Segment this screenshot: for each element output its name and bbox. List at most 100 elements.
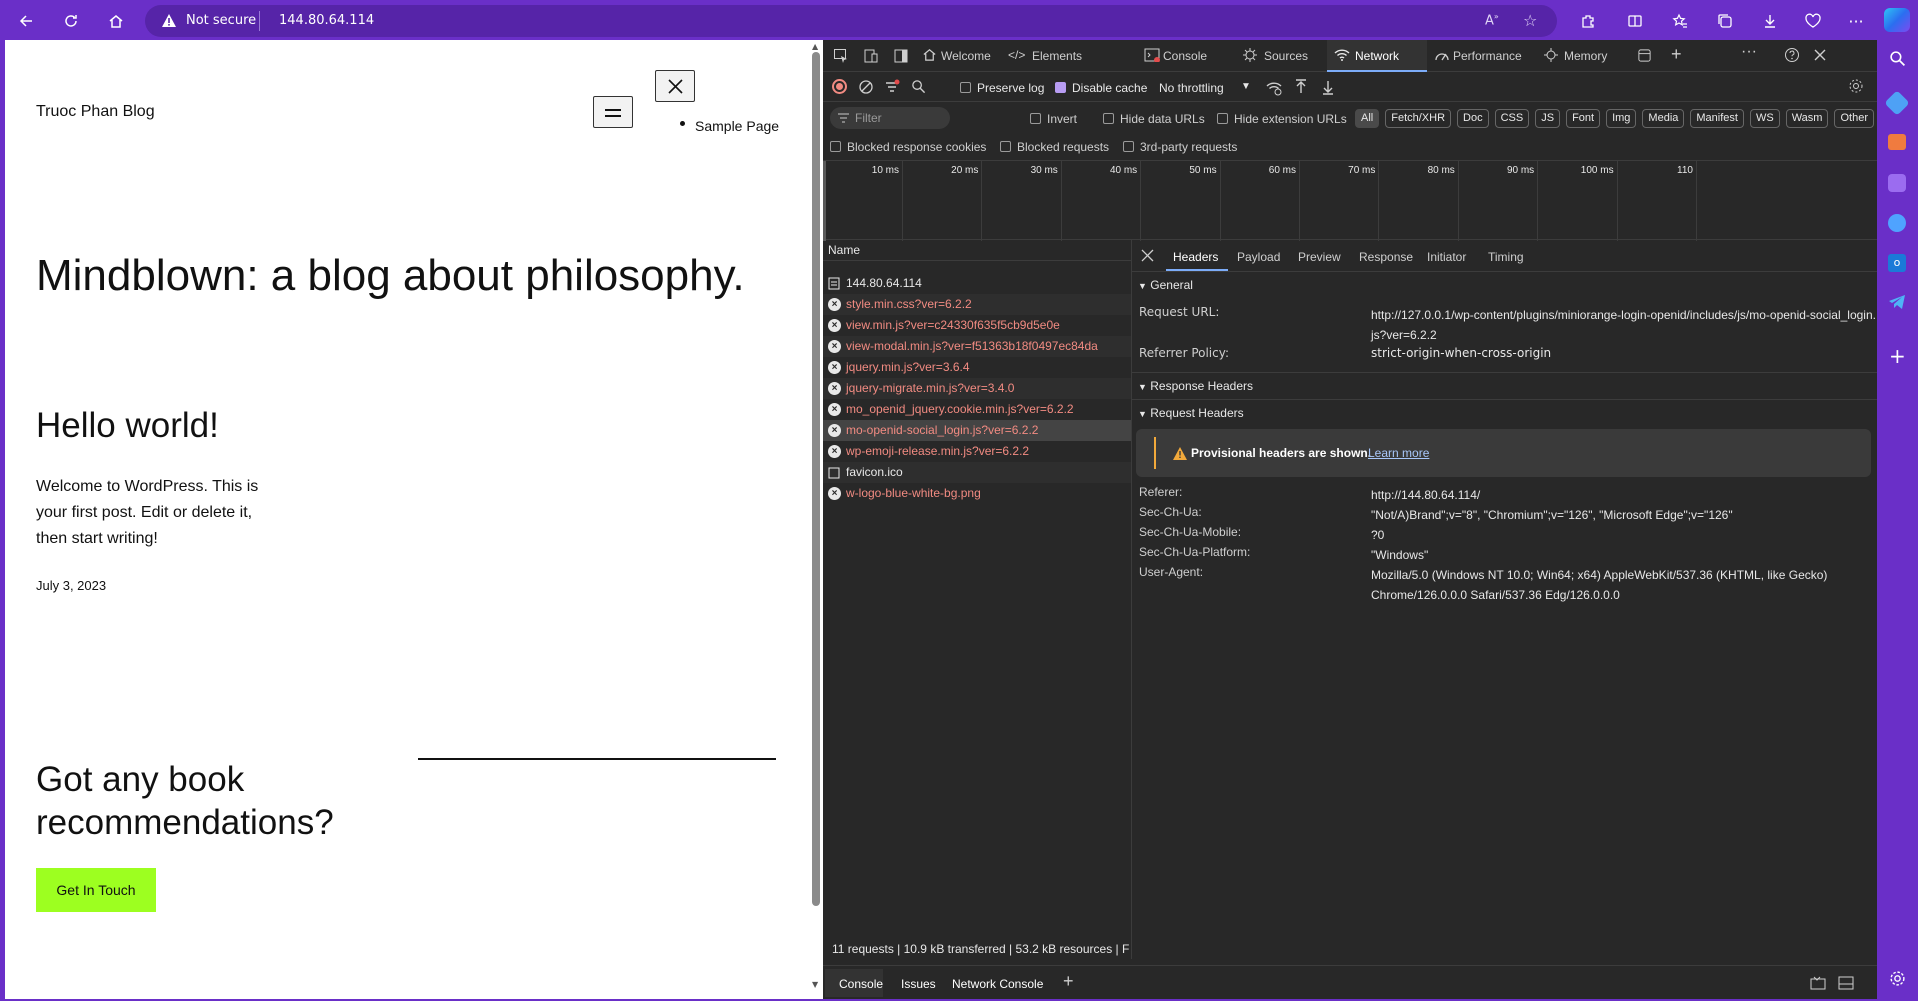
favorites-icon[interactable] xyxy=(1667,8,1693,34)
scrollbar-thumb[interactable] xyxy=(812,52,820,906)
sidebar-settings-icon[interactable] xyxy=(1889,970,1906,987)
add-tab-icon[interactable]: + xyxy=(1671,44,1682,65)
copilot-sidebar-icon[interactable] xyxy=(1888,214,1906,232)
clear-icon[interactable] xyxy=(858,79,874,95)
type-filter-ws[interactable]: WS xyxy=(1749,109,1780,128)
name-column-header[interactable]: Name xyxy=(823,240,1131,261)
tab-payload[interactable]: Payload xyxy=(1237,250,1280,264)
request-header-value[interactable]: http://144.80.64.114/ xyxy=(1371,485,1876,505)
tab-headers[interactable]: Headers xyxy=(1173,250,1218,264)
request-header-value[interactable]: "Windows" xyxy=(1371,545,1876,565)
filter-toggle-icon[interactable] xyxy=(884,79,900,95)
search-icon[interactable] xyxy=(911,79,926,94)
tab-timing[interactable]: Timing xyxy=(1488,250,1524,264)
hide-extension-urls-checkbox[interactable]: Hide extension URLs xyxy=(1217,112,1347,126)
nav-link-sample-page[interactable]: Sample Page xyxy=(695,118,779,134)
url-text[interactable]: 144.80.64.114 xyxy=(279,13,374,28)
request-row[interactable]: × mo-openid-social_login.js?ver=6.2.2 xyxy=(823,420,1131,441)
downloads-icon[interactable] xyxy=(1757,8,1783,34)
outlook-icon[interactable]: o xyxy=(1888,254,1906,272)
more-options-icon[interactable]: ··· xyxy=(1741,43,1757,61)
post-date[interactable]: July 3, 2023 xyxy=(36,578,106,593)
type-filter-wasm[interactable]: Wasm xyxy=(1785,109,1829,128)
get-in-touch-button[interactable]: Get In Touch xyxy=(36,868,156,912)
extensions-icon[interactable] xyxy=(1575,8,1601,34)
type-filter-css[interactable]: CSS xyxy=(1494,109,1530,128)
hide-data-urls-checkbox[interactable]: Hide data URLs xyxy=(1103,112,1205,126)
tools-icon[interactable] xyxy=(1888,134,1906,150)
device-emulation-icon[interactable] xyxy=(863,48,879,64)
tab-console[interactable]: Console xyxy=(1163,49,1207,63)
timeline-overview[interactable]: 10 ms 20 ms 30 ms 40 ms 50 ms 60 ms 70 ms 80 ms… xyxy=(823,160,1877,241)
drawer-tab-console[interactable]: Console xyxy=(839,977,883,991)
request-row[interactable]: × view.min.js?ver=c24330f635f5cb9d5e0e xyxy=(823,315,1131,336)
general-section-header[interactable]: ▼ General xyxy=(1132,272,1877,298)
warning-icon[interactable] xyxy=(161,13,177,28)
blocked-requests-checkbox[interactable]: Blocked requests xyxy=(1000,140,1109,154)
type-filter-doc[interactable]: Doc xyxy=(1457,109,1489,128)
request-row[interactable]: × jquery-migrate.min.js?ver=3.4.0 xyxy=(823,378,1131,399)
scroll-down-icon[interactable]: ▼ xyxy=(812,980,818,989)
add-drawer-tab-icon[interactable]: + xyxy=(1063,971,1074,992)
inspect-element-icon[interactable] xyxy=(833,48,849,64)
referrer-policy-value[interactable]: strict-origin-when-cross-origin xyxy=(1371,346,1876,360)
request-row[interactable]: × mo_openid_jquery.cookie.min.js?ver=6.2.… xyxy=(823,399,1131,420)
disable-cache-checkbox[interactable]: Disable cache xyxy=(1055,81,1147,95)
record-icon[interactable] xyxy=(832,79,847,94)
type-filter-manifest[interactable]: Manifest xyxy=(1690,109,1744,128)
site-title[interactable]: Truoc Phan Blog xyxy=(36,103,155,121)
checkbox-checked[interactable] xyxy=(1055,82,1066,93)
more-menu-icon[interactable]: ··· xyxy=(1843,8,1869,34)
filter-input[interactable]: Filter xyxy=(830,107,950,129)
throttling-select[interactable]: No throttling xyxy=(1159,81,1224,95)
help-icon[interactable] xyxy=(1784,47,1800,63)
close-detail-icon[interactable] xyxy=(1141,249,1154,262)
scroll-up-icon[interactable]: ▲ xyxy=(812,42,818,51)
application-icon[interactable] xyxy=(1637,48,1652,63)
request-row[interactable]: 144.80.64.114 xyxy=(823,273,1131,294)
dock-drawer-icon[interactable] xyxy=(1838,976,1854,990)
invert-checkbox[interactable]: Invert xyxy=(1030,112,1077,126)
dock-sidebar-icon[interactable] xyxy=(893,48,909,64)
close-devtools-icon[interactable] xyxy=(1813,48,1827,62)
copilot-icon[interactable] xyxy=(1884,8,1910,32)
request-row[interactable]: favicon.ico xyxy=(823,462,1131,483)
request-url-value[interactable]: http://127.0.0.1/wp-content/plugins/mini… xyxy=(1371,305,1876,345)
add-sidebar-app-icon[interactable]: + xyxy=(1889,344,1906,368)
tab-welcome[interactable]: Welcome xyxy=(941,49,991,63)
telegram-icon[interactable] xyxy=(1888,294,1906,310)
split-screen-icon[interactable] xyxy=(1622,8,1648,34)
type-filter-js[interactable]: JS xyxy=(1535,109,1561,128)
request-header-value[interactable]: Mozilla/5.0 (Windows NT 10.0; Win64; x64… xyxy=(1371,565,1876,605)
tab-network[interactable]: Network xyxy=(1355,49,1399,63)
collections-icon[interactable] xyxy=(1712,8,1738,34)
export-har-icon[interactable] xyxy=(1321,79,1335,95)
browser-essentials-icon[interactable] xyxy=(1800,8,1826,34)
drawer-tab-network-console[interactable]: Network Console xyxy=(952,977,1043,991)
import-har-icon[interactable] xyxy=(1294,79,1308,95)
request-row[interactable]: × wp-emoji-release.min.js?ver=6.2.2 xyxy=(823,441,1131,462)
address-bar[interactable]: Not secure 144.80.64.114 A» ☆ xyxy=(145,5,1557,37)
read-aloud-icon[interactable]: A» xyxy=(1485,12,1499,28)
tab-initiator[interactable]: Initiator xyxy=(1427,250,1466,264)
menu-toggle-button[interactable] xyxy=(593,96,633,128)
games-icon[interactable] xyxy=(1888,174,1906,192)
back-icon[interactable] xyxy=(13,8,39,34)
post-title[interactable]: Hello world! xyxy=(36,406,219,446)
type-filter-img[interactable]: Img xyxy=(1606,109,1637,128)
tab-preview[interactable]: Preview xyxy=(1298,250,1341,264)
pane-divider[interactable] xyxy=(1131,240,1132,959)
request-headers-section[interactable]: ▼ Request Headers xyxy=(1132,399,1877,425)
security-label[interactable]: Not secure xyxy=(186,13,256,28)
close-menu-button[interactable] xyxy=(655,70,695,102)
preserve-log-checkbox[interactable]: Preserve log xyxy=(960,81,1044,95)
refresh-icon[interactable] xyxy=(58,8,84,34)
request-header-value[interactable]: "Not/A)Brand";v="8", "Chromium";v="126",… xyxy=(1371,505,1876,525)
tab-elements[interactable]: Elements xyxy=(1032,49,1082,63)
quick-view-icon[interactable] xyxy=(1810,976,1826,990)
type-filter-fetch[interactable]: Fetch/XHR xyxy=(1385,109,1452,128)
page-scrollbar[interactable]: ▲ ▼ xyxy=(809,40,823,999)
third-party-checkbox[interactable]: 3rd-party requests xyxy=(1123,140,1237,154)
tab-memory[interactable]: Memory xyxy=(1564,49,1607,63)
type-filter-media[interactable]: Media xyxy=(1642,109,1685,128)
